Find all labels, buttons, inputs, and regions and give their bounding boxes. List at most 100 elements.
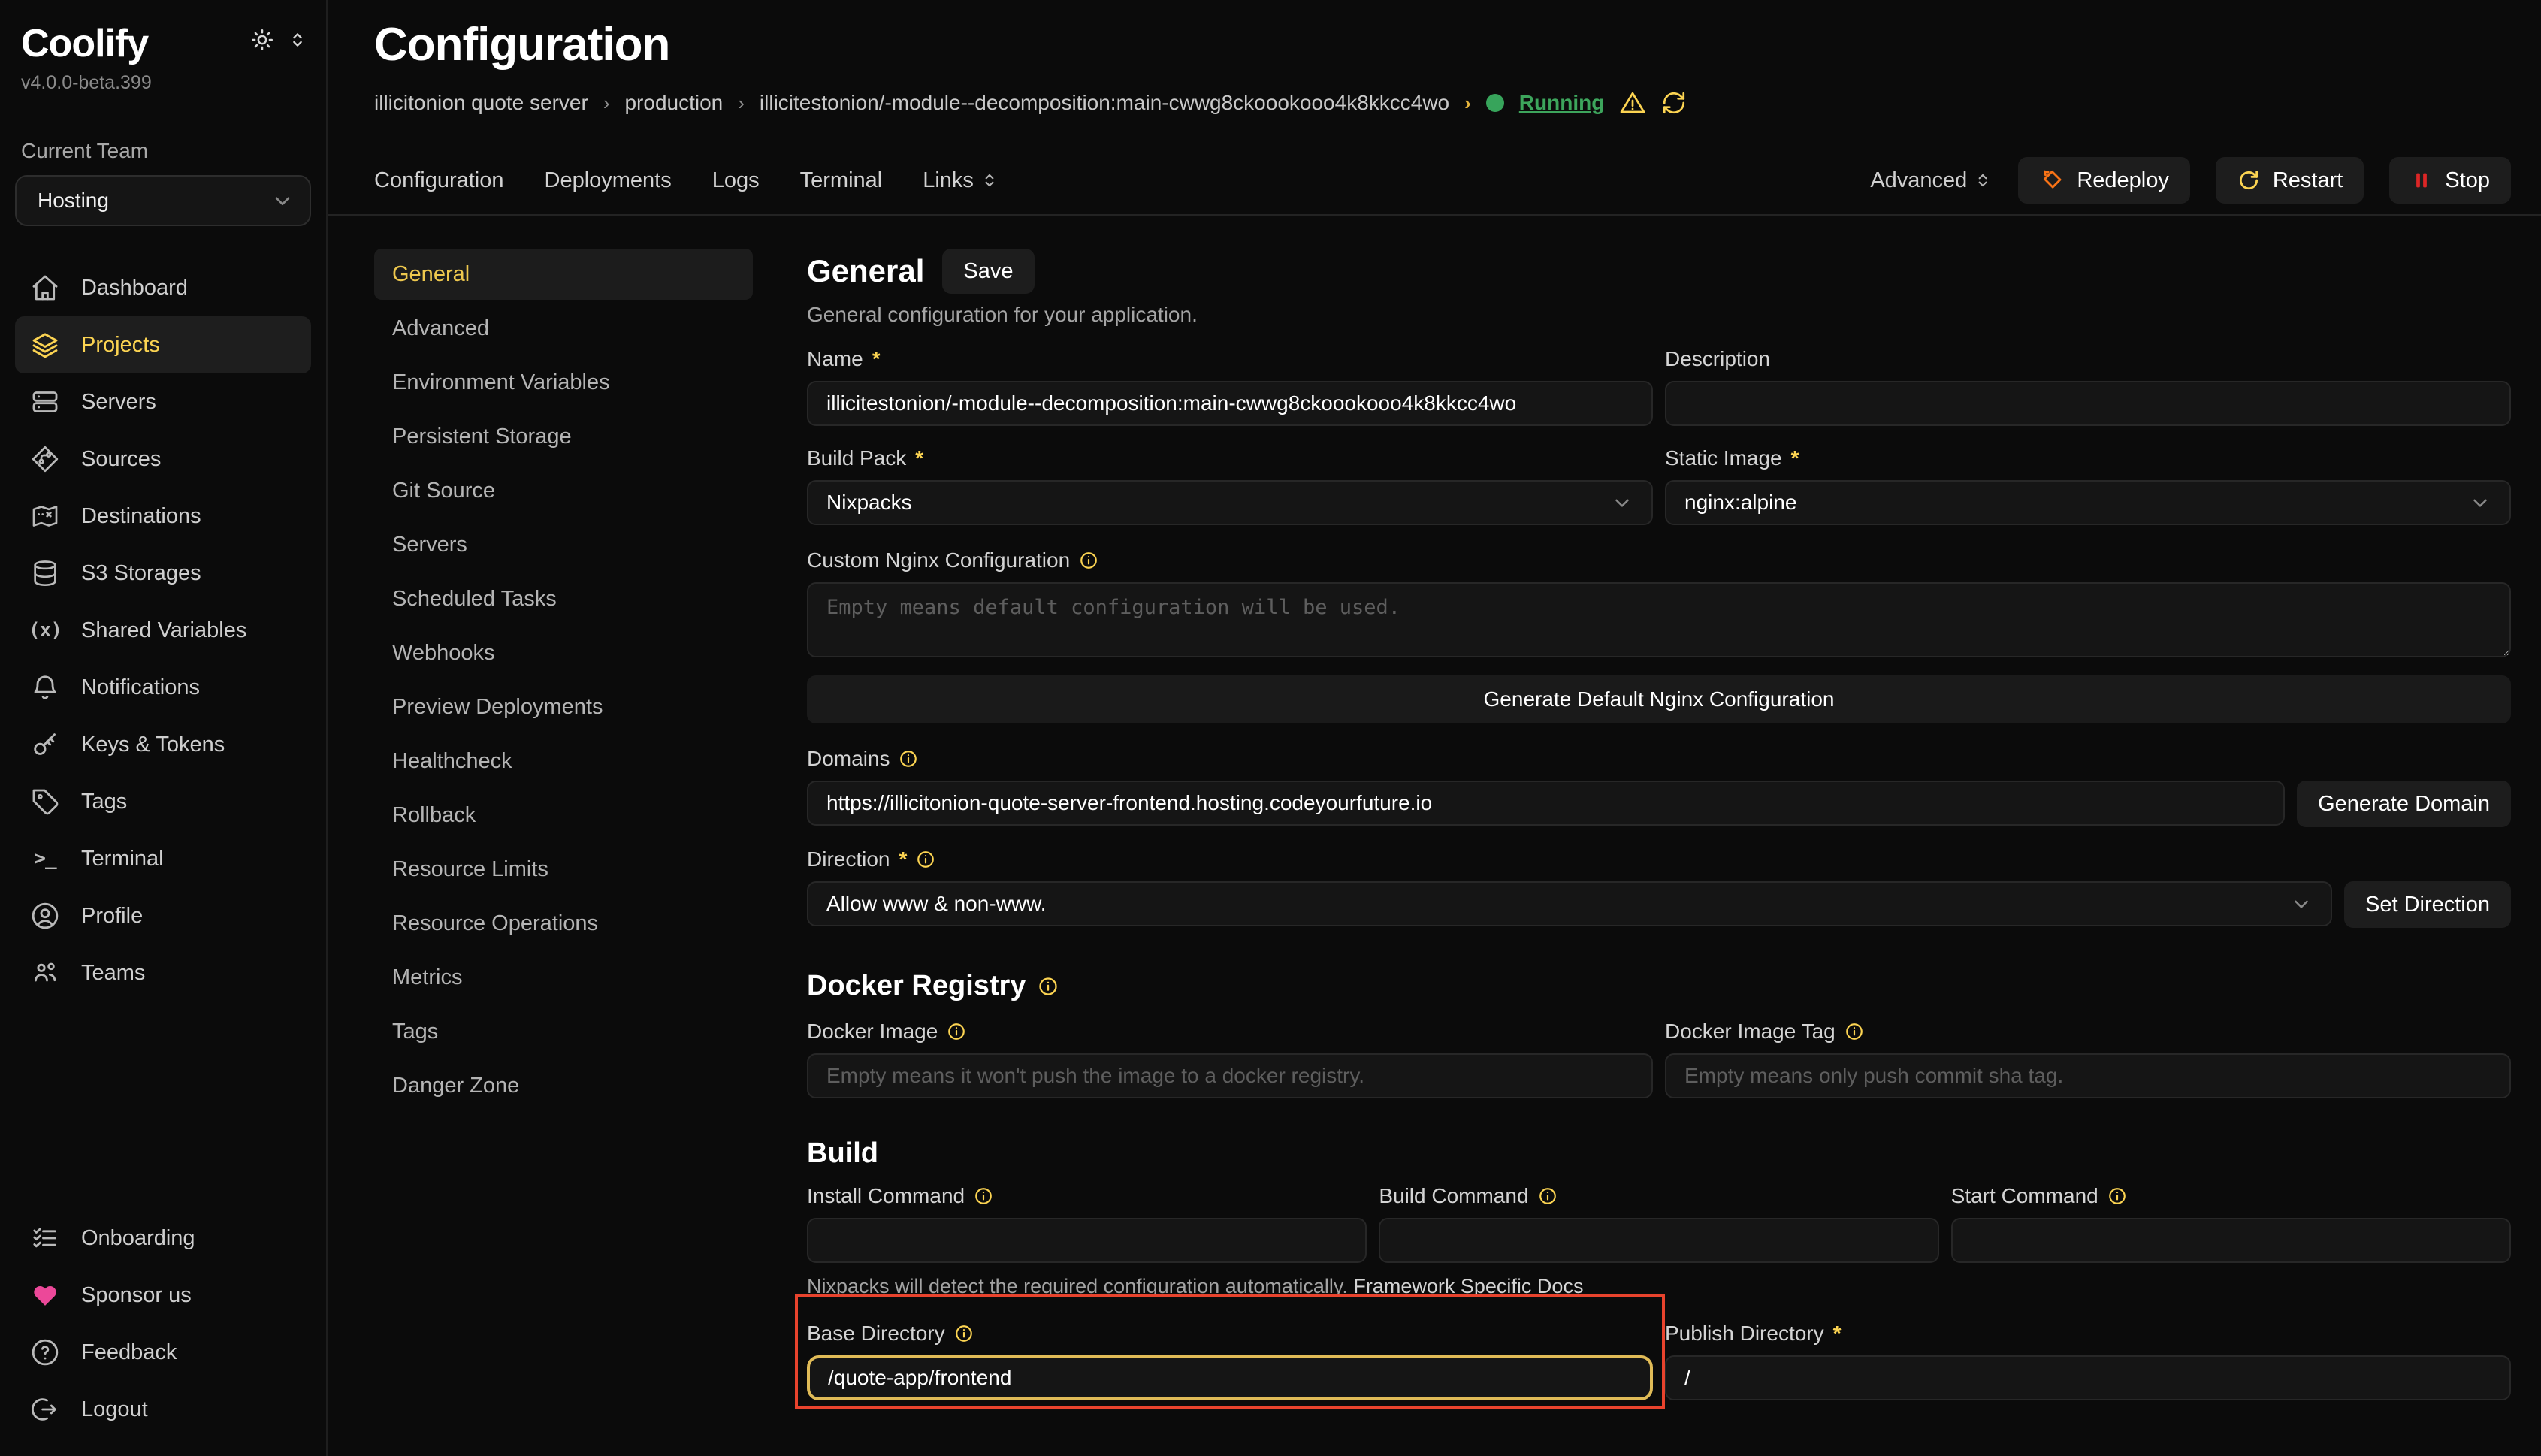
sidebar-item-profile[interactable]: Profile bbox=[15, 887, 311, 944]
refresh-icon[interactable] bbox=[1661, 90, 1687, 116]
publish-directory-label: Publish Directory bbox=[1665, 1322, 1824, 1346]
subnav-item-advanced[interactable]: Advanced bbox=[374, 303, 753, 354]
sidebar-item-notifications[interactable]: Notifications bbox=[15, 659, 311, 716]
start-command-field-group: Start Command bbox=[1951, 1182, 2511, 1263]
breadcrumb-environment[interactable]: production bbox=[624, 91, 723, 115]
tab-links[interactable]: Links bbox=[923, 168, 999, 193]
set-direction-button[interactable]: Set Direction bbox=[2344, 881, 2511, 928]
subnav-item-persistent-storage[interactable]: Persistent Storage bbox=[374, 411, 753, 462]
subnav-item-tags[interactable]: Tags bbox=[374, 1006, 753, 1057]
subnav-item-preview-deployments[interactable]: Preview Deployments bbox=[374, 681, 753, 733]
sidebar-item-teams[interactable]: Teams bbox=[15, 944, 311, 1001]
build-command-input[interactable] bbox=[1379, 1218, 1938, 1263]
static-image-select[interactable]: nginx:alpine bbox=[1665, 480, 2511, 525]
database-icon bbox=[30, 558, 60, 588]
subnav-item-environment-variables[interactable]: Environment Variables bbox=[374, 357, 753, 408]
sidebar-item-servers[interactable]: Servers bbox=[15, 373, 311, 430]
direction-value: Allow www & non-www. bbox=[826, 892, 1047, 916]
breadcrumb: illicitonion quote server › production ›… bbox=[374, 89, 2511, 116]
framework-docs-link[interactable]: Framework Specific Docs bbox=[1353, 1275, 1583, 1297]
breadcrumb-application[interactable]: illicitestonion/-module--decomposition:m… bbox=[760, 91, 1449, 115]
tab-terminal[interactable]: Terminal bbox=[800, 168, 883, 193]
domains-input[interactable] bbox=[807, 781, 2285, 826]
info-icon[interactable] bbox=[2107, 1186, 2127, 1206]
sidebar-item-projects[interactable]: Projects bbox=[15, 316, 311, 373]
domains-label: Domains bbox=[807, 747, 890, 771]
publish-directory-input[interactable] bbox=[1665, 1355, 2511, 1400]
docker-image-tag-input[interactable] bbox=[1665, 1053, 2511, 1098]
breadcrumb-project[interactable]: illicitonion quote server bbox=[374, 91, 588, 115]
restart-icon bbox=[2237, 168, 2261, 192]
stop-button[interactable]: Stop bbox=[2389, 157, 2511, 204]
info-icon[interactable] bbox=[916, 850, 935, 869]
advanced-dropdown[interactable]: Advanced bbox=[1870, 168, 1993, 193]
name-input[interactable] bbox=[807, 381, 1653, 426]
sidebar-item-sources[interactable]: Sources bbox=[15, 430, 311, 488]
team-select-value: Hosting bbox=[38, 189, 109, 213]
sidebar-item-label: Dashboard bbox=[81, 276, 188, 301]
terminal-icon: >_ bbox=[30, 844, 60, 874]
sidebar-item-keys-tokens[interactable]: Keys & Tokens bbox=[15, 716, 311, 773]
publish-directory-field-group: Publish Directory * bbox=[1665, 1319, 2511, 1400]
sidebar-item-logout[interactable]: Logout bbox=[15, 1381, 311, 1438]
install-command-field-group: Install Command bbox=[807, 1182, 1367, 1263]
subnav-item-healthcheck[interactable]: Healthcheck bbox=[374, 736, 753, 787]
info-icon[interactable] bbox=[1538, 1186, 1558, 1206]
breadcrumb-separator: › bbox=[738, 92, 745, 115]
sidebar-item-sponsor-us[interactable]: Sponsor us bbox=[15, 1267, 311, 1324]
variable-icon: (x) bbox=[30, 615, 60, 645]
subnav-item-webhooks[interactable]: Webhooks bbox=[374, 627, 753, 678]
build-pack-select[interactable]: Nixpacks bbox=[807, 480, 1653, 525]
direction-select[interactable]: Allow www & non-www. bbox=[807, 881, 2332, 926]
sidebar-item-feedback[interactable]: Feedback bbox=[15, 1324, 311, 1381]
pause-icon bbox=[2410, 169, 2433, 192]
tab-logs[interactable]: Logs bbox=[712, 168, 760, 193]
start-command-input[interactable] bbox=[1951, 1218, 2511, 1263]
info-icon[interactable] bbox=[1079, 551, 1098, 570]
sidebar-item-destinations[interactable]: Destinations bbox=[15, 488, 311, 545]
warning-icon[interactable] bbox=[1619, 89, 1646, 116]
info-icon[interactable] bbox=[1845, 1022, 1864, 1041]
subnav-item-danger-zone[interactable]: Danger Zone bbox=[374, 1060, 753, 1111]
sidebar-item-tags[interactable]: Tags bbox=[15, 773, 311, 830]
build-command-label: Build Command bbox=[1379, 1184, 1528, 1208]
save-button[interactable]: Save bbox=[942, 249, 1034, 294]
info-icon[interactable] bbox=[954, 1324, 974, 1343]
sidebar-item-s3-storages[interactable]: S3 Storages bbox=[15, 545, 311, 602]
subnav-item-metrics[interactable]: Metrics bbox=[374, 952, 753, 1003]
info-icon[interactable] bbox=[1038, 976, 1059, 997]
sidebar-item-shared-variables[interactable]: (x) Shared Variables bbox=[15, 602, 311, 659]
subnav-item-rollback[interactable]: Rollback bbox=[374, 790, 753, 841]
generate-nginx-button[interactable]: Generate Default Nginx Configuration bbox=[807, 675, 2511, 723]
subnav-item-resource-limits[interactable]: Resource Limits bbox=[374, 844, 753, 895]
subnav-item-git-source[interactable]: Git Source bbox=[374, 465, 753, 516]
section-title-general: General bbox=[807, 253, 924, 289]
sidebar-item-dashboard[interactable]: Dashboard bbox=[15, 259, 311, 316]
subnav-item-servers[interactable]: Servers bbox=[374, 519, 753, 570]
install-command-input[interactable] bbox=[807, 1218, 1367, 1263]
subnav-item-resource-operations[interactable]: Resource Operations bbox=[374, 898, 753, 949]
generate-domain-button[interactable]: Generate Domain bbox=[2297, 781, 2511, 827]
redeploy-button[interactable]: Redeploy bbox=[2018, 157, 2190, 204]
version-selector-button[interactable] bbox=[287, 29, 308, 50]
docker-image-input[interactable] bbox=[807, 1053, 1653, 1098]
description-input[interactable] bbox=[1665, 381, 2511, 426]
chevron-updown-icon bbox=[980, 171, 999, 190]
sidebar-item-terminal[interactable]: >_ Terminal bbox=[15, 830, 311, 887]
custom-nginx-textarea[interactable] bbox=[807, 582, 2511, 657]
team-select[interactable]: Hosting bbox=[15, 175, 311, 226]
sidebar-item-onboarding[interactable]: Onboarding bbox=[15, 1210, 311, 1267]
info-icon[interactable] bbox=[974, 1186, 993, 1206]
coolify-app: Coolify v4.0.0-beta.399 Current Team Hos… bbox=[0, 0, 2541, 1456]
subnav-item-general[interactable]: General bbox=[374, 249, 753, 300]
tab-deployments[interactable]: Deployments bbox=[545, 168, 672, 193]
build-pack-label: Build Pack bbox=[807, 446, 906, 470]
base-directory-input[interactable] bbox=[807, 1355, 1653, 1400]
info-icon[interactable] bbox=[947, 1022, 966, 1041]
tab-configuration[interactable]: Configuration bbox=[374, 168, 504, 193]
theme-toggle-button[interactable] bbox=[249, 27, 275, 53]
restart-button[interactable]: Restart bbox=[2216, 157, 2364, 204]
subnav-item-scheduled-tasks[interactable]: Scheduled Tasks bbox=[374, 573, 753, 624]
status-running-link[interactable]: Running bbox=[1519, 91, 1605, 115]
info-icon[interactable] bbox=[899, 749, 918, 769]
